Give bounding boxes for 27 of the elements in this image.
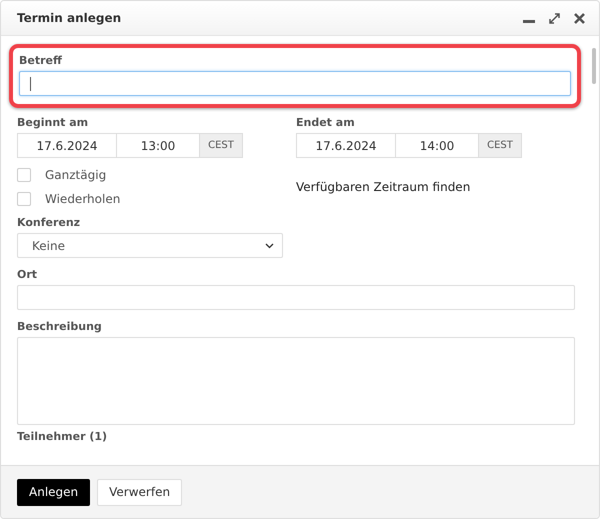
field-label: Endet am [296, 116, 355, 129]
checkbox-label: Wiederholen [45, 192, 120, 206]
date-field[interactable]: 17.6.2024 [296, 133, 396, 158]
field-label: Beginnt am [17, 116, 88, 129]
field-label: Ort [17, 268, 38, 281]
subject-field[interactable] [19, 71, 571, 96]
checkbox[interactable] [17, 168, 31, 182]
timezone-button[interactable]: CEST [478, 133, 522, 158]
field-label: Konferenz [17, 216, 80, 229]
conference-dropdown[interactable]: Keine [17, 233, 283, 258]
field-label: Beschreibung [17, 320, 102, 333]
timezone-button[interactable]: CEST [199, 133, 243, 158]
chevron-down-icon [265, 242, 274, 248]
description-field[interactable] [17, 337, 575, 425]
create-button[interactable]: Anlegen [17, 478, 90, 506]
find-time-link[interactable]: Verfügbaren Zeitraum finden [296, 180, 470, 194]
maximize-icon[interactable] [549, 12, 560, 24]
checkbox-label: Ganztägig [45, 168, 106, 182]
location-field[interactable] [17, 285, 575, 310]
scrollbar-thumb[interactable] [592, 48, 596, 84]
section-heading: Teilnehmer (1) [17, 430, 108, 443]
date-field[interactable]: 17.6.2024 [17, 133, 117, 158]
window-title: Termin anlegen [17, 11, 122, 25]
discard-button[interactable]: Verwerfen [97, 478, 182, 506]
field-label: Betreff [19, 54, 62, 67]
close-icon[interactable] [574, 12, 585, 24]
checkbox[interactable] [17, 192, 31, 206]
